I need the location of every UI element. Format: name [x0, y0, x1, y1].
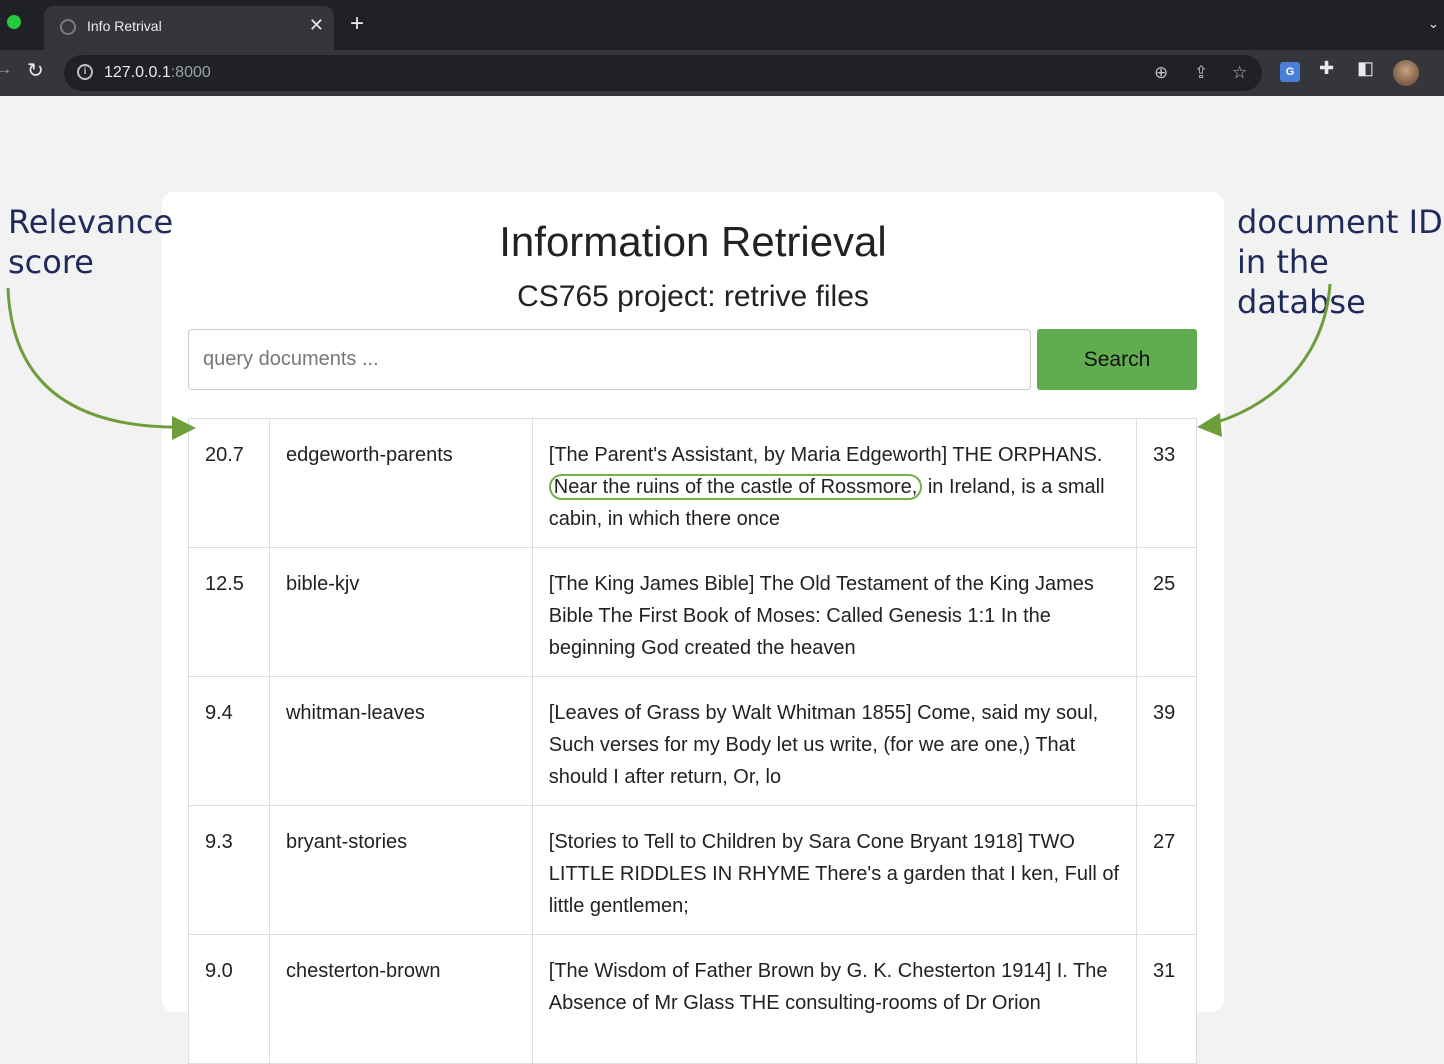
right-arrow-head	[1197, 413, 1222, 437]
annotation-arrows	[6, 283, 1332, 440]
right-arrow	[1202, 283, 1332, 428]
left-arrow-head	[172, 416, 196, 440]
left-arrow	[6, 287, 191, 429]
